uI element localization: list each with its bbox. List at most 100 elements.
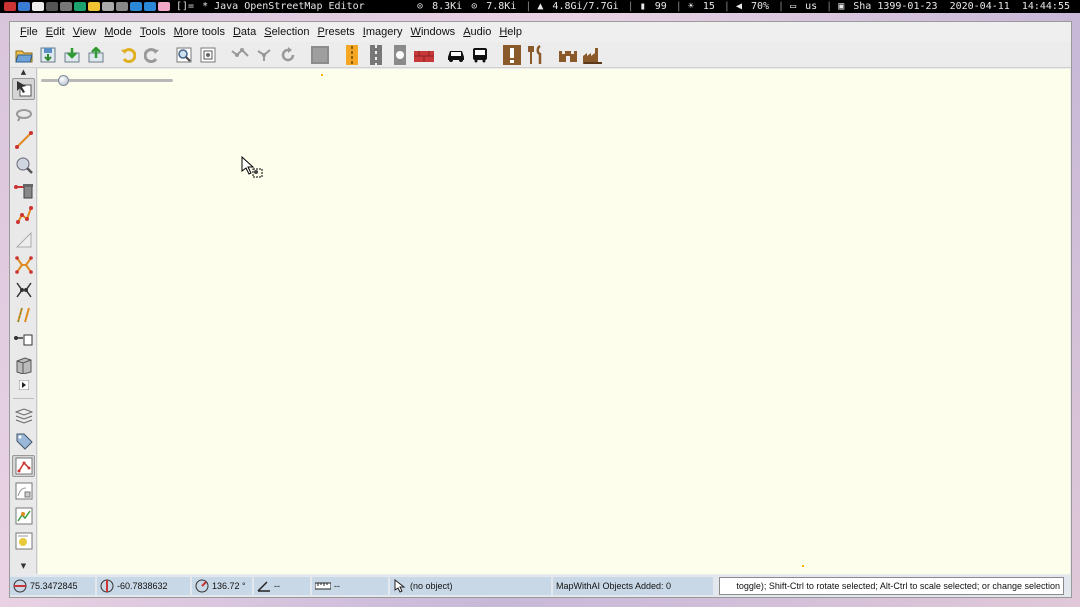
zoom-slider[interactable] [41, 75, 173, 86]
volume-value: 70% [750, 1, 770, 12]
redo-icon[interactable] [140, 44, 164, 66]
scroll-up-icon[interactable]: ▲ [10, 68, 37, 76]
keyboard-layout-value: us [805, 1, 818, 12]
refresh-icon[interactable] [276, 44, 300, 66]
improve-way-icon[interactable] [12, 204, 35, 226]
info-board-icon[interactable] [500, 44, 524, 66]
system-bar: []= * Java OpenStreetMap Editor ⊙ 8.3Ki … [0, 0, 1080, 13]
keyboard-stat: ▭ us [787, 0, 823, 13]
zoom-preferences-icon[interactable] [172, 44, 196, 66]
layers-icon[interactable] [196, 44, 220, 66]
system-stats: ⊙ 8.3Ki ⊙ 7.8Ki | ▲ 4.8Gi/7.7Gi | ▮ 99 |… [414, 0, 1080, 13]
lasso-icon[interactable] [12, 104, 35, 126]
status-bar: 75.3472845 -60.7838632 136.72 ° -- -- (n… [10, 575, 1071, 597]
open-icon[interactable] [12, 44, 36, 66]
paint-icon[interactable] [12, 304, 35, 326]
workspace-7[interactable] [88, 2, 100, 11]
brightness-value: 15 [702, 1, 715, 12]
heading-cell: 136.72 ° [192, 577, 254, 595]
extrude-icon[interactable] [12, 329, 35, 351]
workspace-9[interactable] [116, 2, 128, 11]
select-icon[interactable] [12, 78, 35, 100]
brightness-stat: ☀ 15 [685, 0, 721, 13]
zoom-slider-thumb[interactable] [58, 75, 69, 86]
menu-tools[interactable]: Tools [136, 26, 170, 38]
datetime-stat: ▣ Sha 1399-01-23 2020-04-11 14:44:55 [835, 0, 1076, 13]
workspace-11[interactable] [144, 2, 156, 11]
relation-icon[interactable] [12, 480, 35, 502]
main-toolbar [10, 42, 1071, 68]
ruler-icon [315, 582, 331, 590]
toolbar-separator [332, 45, 340, 65]
scroll-down-icon[interactable]: ▼ [10, 562, 37, 570]
split-way-icon[interactable] [252, 44, 276, 66]
menu-selection[interactable]: Selection [260, 26, 313, 38]
toolbar-separator [164, 45, 172, 65]
download-icon[interactable] [60, 44, 84, 66]
draw-icon[interactable] [12, 129, 35, 151]
workspace-3[interactable] [32, 2, 44, 11]
focused-window-title: * Java OpenStreetMap Editor [202, 1, 365, 12]
menu-data[interactable]: Data [229, 26, 260, 38]
menu-windows[interactable]: Windows [407, 26, 460, 38]
selection-list-icon[interactable] [12, 455, 35, 477]
menu-view[interactable]: View [69, 26, 101, 38]
map-icon[interactable] [12, 505, 35, 527]
menu-more-tools[interactable]: More tools [170, 26, 229, 38]
workspace-10[interactable] [130, 2, 142, 11]
mapwithai-cell: MapWithAI Objects Added: 0 [553, 577, 715, 595]
workspace-12[interactable] [158, 2, 170, 11]
map-view[interactable] [38, 69, 1070, 574]
wall-icon[interactable] [412, 44, 436, 66]
save-icon[interactable] [36, 44, 60, 66]
layer-list-icon[interactable] [12, 405, 35, 427]
merge-nodes-icon[interactable] [228, 44, 252, 66]
map-node-dot[interactable] [802, 565, 804, 567]
parallel-icon[interactable] [12, 229, 35, 251]
menu-help[interactable]: Help [495, 26, 526, 38]
workspace-6[interactable] [74, 2, 86, 11]
split-icon[interactable] [12, 254, 35, 276]
menu-audio[interactable]: Audio [459, 26, 495, 38]
workspace-2[interactable] [18, 2, 30, 11]
menu-mode[interactable]: Mode [100, 26, 136, 38]
menu-edit[interactable]: Edit [42, 26, 69, 38]
delete-icon[interactable] [12, 179, 35, 201]
expand-icon[interactable] [12, 374, 35, 396]
menu-imagery[interactable]: Imagery [359, 26, 407, 38]
net-down-value: 8.3Ki [432, 1, 463, 12]
menu-file[interactable]: File [16, 26, 42, 38]
building-icon[interactable] [12, 354, 35, 376]
latitude-icon [13, 579, 27, 593]
help-text: toggle); Shift-Ctrl to rotate selected; … [736, 581, 1060, 591]
car-icon[interactable] [444, 44, 468, 66]
menu-presets[interactable]: Presets [313, 26, 358, 38]
traffic-light-icon[interactable] [388, 44, 412, 66]
workspace-8[interactable] [102, 2, 114, 11]
angle-cell: -- [254, 577, 312, 595]
workspace-4[interactable] [46, 2, 58, 11]
restaurant-icon[interactable] [524, 44, 548, 66]
layout-indicator: []= [176, 1, 195, 12]
tag-icon[interactable] [12, 430, 35, 452]
battery-value: 99 [654, 1, 667, 12]
notes-icon[interactable] [12, 530, 35, 552]
workspace-1[interactable] [4, 2, 16, 11]
heading-value: 136.72 ° [212, 581, 246, 591]
join-icon[interactable] [12, 279, 35, 301]
gray-square-icon[interactable] [308, 44, 332, 66]
persian-date: Sha 1399-01-23 [853, 1, 938, 12]
separator: | [627, 1, 634, 12]
bus-icon[interactable] [468, 44, 492, 66]
map-node-dot[interactable] [321, 74, 323, 76]
factory-icon[interactable] [580, 44, 604, 66]
workspace-indicators [0, 2, 170, 11]
railway-icon[interactable] [364, 44, 388, 66]
zoom-icon[interactable] [12, 154, 35, 176]
date: 2020-04-11 [949, 1, 1010, 12]
road-icon[interactable] [340, 44, 364, 66]
upload-icon[interactable] [84, 44, 108, 66]
workspace-5[interactable] [60, 2, 72, 11]
castle-icon[interactable] [556, 44, 580, 66]
undo-icon[interactable] [116, 44, 140, 66]
